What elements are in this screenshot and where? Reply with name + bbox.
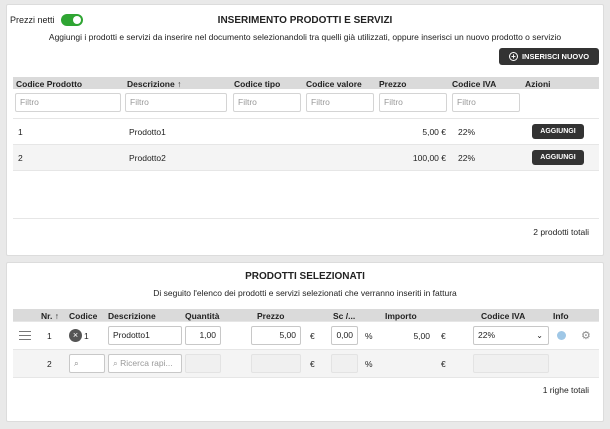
col-actions: Azioni bbox=[525, 79, 551, 89]
col-vat-code[interactable]: Codice IVA bbox=[452, 79, 496, 89]
price-currency: € bbox=[310, 359, 315, 369]
description-input[interactable]: Prodotto1 bbox=[108, 326, 182, 345]
row-number: 2 bbox=[47, 359, 52, 369]
price-currency: € bbox=[310, 331, 315, 341]
products-panel-title: INSERIMENTO PRODOTTI E SERVIZI bbox=[217, 15, 393, 26]
selected-products-panel: PRODOTTI SELEZIONATI Di seguito l'elenco… bbox=[6, 262, 604, 422]
discount-percent: % bbox=[365, 359, 373, 369]
filter-price[interactable]: Filtro bbox=[379, 93, 447, 112]
selected-total: 1 righe totali bbox=[542, 385, 589, 395]
price-input[interactable]: 5,00 bbox=[251, 326, 301, 345]
col-product-code[interactable]: Codice Prodotto bbox=[16, 79, 82, 89]
filter-description[interactable]: Filtro bbox=[125, 93, 227, 112]
filter-product-code[interactable]: Filtro bbox=[15, 93, 121, 112]
col-value-code[interactable]: Codice valore bbox=[306, 79, 362, 89]
product-price: 5,00 € bbox=[422, 127, 446, 137]
products-table-header: Codice Prodotto Descrizione ↑ Codice tip… bbox=[13, 77, 599, 89]
product-price: 100,00 € bbox=[412, 153, 446, 163]
gear-icon[interactable]: ⚙ bbox=[581, 329, 591, 342]
row-amount: 5,00 bbox=[413, 331, 430, 341]
col-number[interactable]: Nr. ↑ bbox=[41, 311, 59, 321]
quantity-input[interactable] bbox=[185, 354, 221, 373]
col-description[interactable]: Descrizione ↑ bbox=[127, 79, 181, 89]
products-panel-subtitle: Aggiungi i prodotti e servizi da inserir… bbox=[48, 32, 562, 42]
filter-row: Filtro Filtro Filtro Filtro Filtro Filtr… bbox=[13, 89, 599, 117]
product-row: 1 Prodotto1 5,00 € 22% AGGIUNGI bbox=[13, 118, 599, 144]
table-divider bbox=[13, 377, 599, 378]
search-icon: ⌕ bbox=[113, 358, 118, 368]
add-product-button[interactable]: AGGIUNGI bbox=[532, 124, 584, 139]
plus-circle-icon: + bbox=[508, 52, 518, 61]
col-type-code[interactable]: Codice tipo bbox=[234, 79, 280, 89]
products-total: 2 prodotti totali bbox=[533, 227, 589, 237]
amount-currency: € bbox=[441, 331, 446, 341]
selected-panel-title: PRODOTTI SELEZIONATI bbox=[245, 271, 365, 282]
product-vat: 22% bbox=[458, 153, 476, 163]
vat-select-value: 22% bbox=[478, 330, 496, 340]
product-code: 1 bbox=[18, 127, 23, 137]
insert-new-label: INSERISCI NUOVO bbox=[521, 52, 590, 61]
row-number: 1 bbox=[47, 331, 52, 341]
quantity-input[interactable]: 1,00 bbox=[185, 326, 221, 345]
table-divider bbox=[13, 218, 599, 219]
product-description: Prodotto1 bbox=[129, 127, 166, 137]
insert-new-button[interactable]: + INSERISCI NUOVO bbox=[499, 48, 599, 65]
selected-table-header: Nr. ↑ Codice Descrizione Quantità Prezzo… bbox=[13, 309, 599, 321]
products-table-empty-area bbox=[13, 170, 599, 218]
col-price[interactable]: Prezzo bbox=[257, 311, 284, 321]
discount-input[interactable] bbox=[331, 354, 358, 373]
col-price[interactable]: Prezzo bbox=[379, 79, 406, 89]
row-code: 1 bbox=[84, 331, 89, 341]
discount-input[interactable]: 0,00 bbox=[331, 326, 358, 345]
quick-search-input[interactable]: ⌕ Ricerca rapi... bbox=[108, 354, 182, 373]
col-vat-code[interactable]: Codice IVA bbox=[481, 311, 525, 321]
vat-select[interactable] bbox=[473, 354, 549, 373]
col-amount[interactable]: Importo bbox=[385, 311, 417, 321]
remove-code-icon[interactable]: × bbox=[69, 329, 82, 342]
product-description: Prodotto2 bbox=[129, 153, 166, 163]
col-info: Info bbox=[553, 311, 569, 321]
col-quantity[interactable]: Quantità bbox=[185, 311, 219, 321]
price-input[interactable] bbox=[251, 354, 301, 373]
selected-panel-subtitle: Di seguito l'elenco dei prodotti e servi… bbox=[153, 288, 457, 298]
search-icon: ⌕ bbox=[74, 358, 79, 368]
filter-type-code[interactable]: Filtro bbox=[233, 93, 301, 112]
col-description[interactable]: Descrizione bbox=[108, 311, 156, 321]
drag-handle-icon[interactable] bbox=[19, 331, 31, 340]
chevron-down-icon: ⌄ bbox=[536, 331, 543, 340]
product-code: 2 bbox=[18, 153, 23, 163]
product-vat: 22% bbox=[458, 127, 476, 137]
col-discount[interactable]: Sc /... bbox=[333, 311, 355, 321]
amount-currency: € bbox=[441, 359, 446, 369]
products-panel: Prezzi netti INSERIMENTO PRODOTTI E SERV… bbox=[6, 4, 604, 256]
quick-search-placeholder: Ricerca rapi... bbox=[120, 358, 173, 368]
product-row: 2 Prodotto2 100,00 € 22% AGGIUNGI bbox=[13, 144, 599, 170]
new-row: 2 ⌕ ⌕ Ricerca rapi... € % € bbox=[13, 349, 599, 377]
code-search-input[interactable]: ⌕ bbox=[69, 354, 105, 373]
filter-vat-code[interactable]: Filtro bbox=[452, 93, 520, 112]
vat-select[interactable]: 22% ⌄ bbox=[473, 326, 549, 345]
add-product-button[interactable]: AGGIUNGI bbox=[532, 150, 584, 165]
selected-row: 1 × 1 Prodotto1 1,00 5,00 € 0,00 % 5,00 … bbox=[13, 321, 599, 349]
filter-value-code[interactable]: Filtro bbox=[306, 93, 374, 112]
info-icon[interactable] bbox=[557, 331, 566, 340]
col-code[interactable]: Codice bbox=[69, 311, 97, 321]
discount-percent: % bbox=[365, 331, 373, 341]
